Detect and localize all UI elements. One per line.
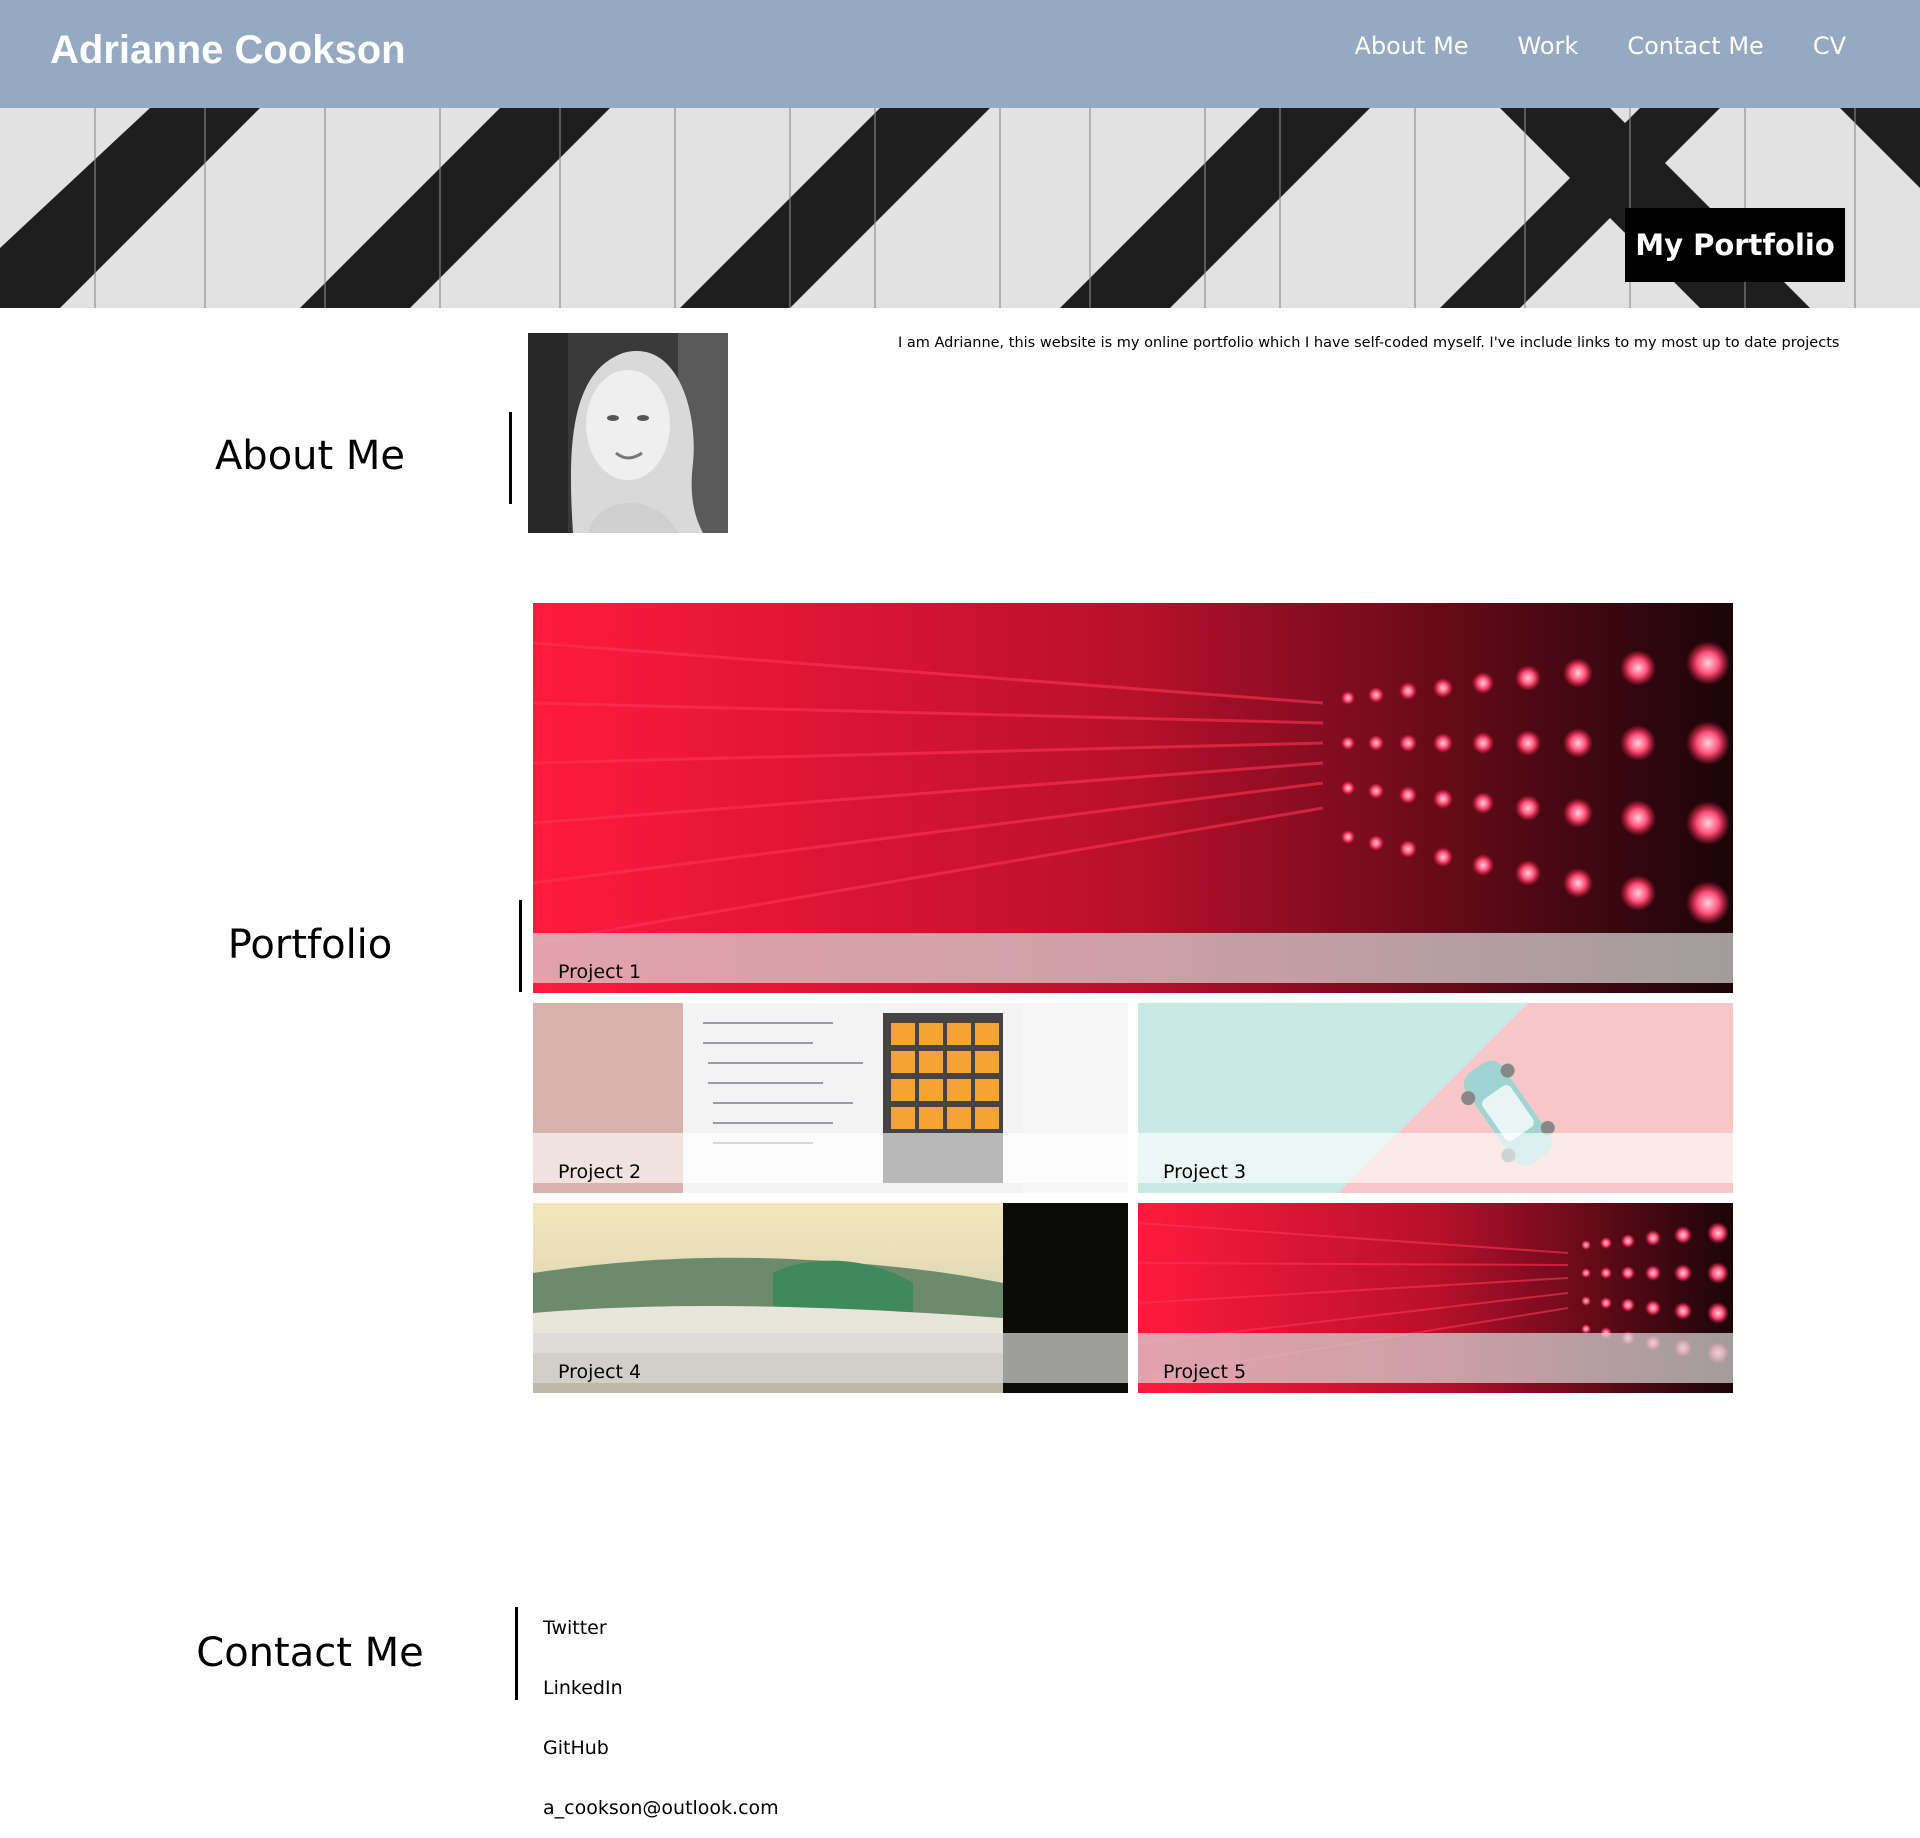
portfolio-badge: My Portfolio	[1625, 208, 1845, 282]
hero-banner: My Portfolio	[0, 108, 1920, 308]
about-description: I am Adrianne, this website is my online…	[898, 335, 1840, 351]
project-4-label: Project 4	[558, 1361, 642, 1383]
top-navigation-bar: Adrianne Cookson About Me Work Contact M…	[0, 0, 1920, 108]
project-1-caption-bar	[533, 933, 1733, 983]
linkedin-link[interactable]: LinkedIn	[543, 1677, 623, 1699]
contact-me-heading: Contact Me	[196, 1630, 424, 1676]
site-brand[interactable]: Adrianne Cookson	[50, 28, 406, 73]
project-4-card[interactable]: Project 4	[533, 1203, 1128, 1393]
email-link[interactable]: a_cookson@outlook.com	[543, 1797, 779, 1819]
nav-about-me[interactable]: About Me	[1354, 32, 1468, 60]
project-5-card[interactable]: Project 5	[1138, 1203, 1733, 1393]
contact-divider	[515, 1607, 518, 1700]
about-divider	[509, 412, 512, 504]
project-2-card[interactable]: Project 2	[533, 1003, 1128, 1193]
project-1-card[interactable]: Project 1	[533, 603, 1733, 993]
project-5-label: Project 5	[1163, 1361, 1247, 1383]
portfolio-heading: Portfolio	[227, 922, 393, 968]
twitter-link[interactable]: Twitter	[543, 1617, 607, 1639]
github-link[interactable]: GitHub	[543, 1737, 609, 1759]
project-1-label: Project 1	[558, 961, 642, 983]
project-3-label: Project 3	[1163, 1161, 1247, 1183]
project-3-card[interactable]: Project 3	[1138, 1003, 1733, 1193]
nav-work[interactable]: Work	[1518, 32, 1579, 60]
nav-contact-me[interactable]: Contact Me	[1627, 32, 1763, 60]
nav-cv[interactable]: CV	[1813, 32, 1846, 60]
portfolio-divider	[519, 900, 522, 992]
main-nav: About Me Work Contact Me CV	[1354, 32, 1846, 60]
about-me-heading: About Me	[214, 433, 406, 479]
project-2-label: Project 2	[558, 1161, 642, 1183]
profile-photo	[528, 333, 728, 533]
